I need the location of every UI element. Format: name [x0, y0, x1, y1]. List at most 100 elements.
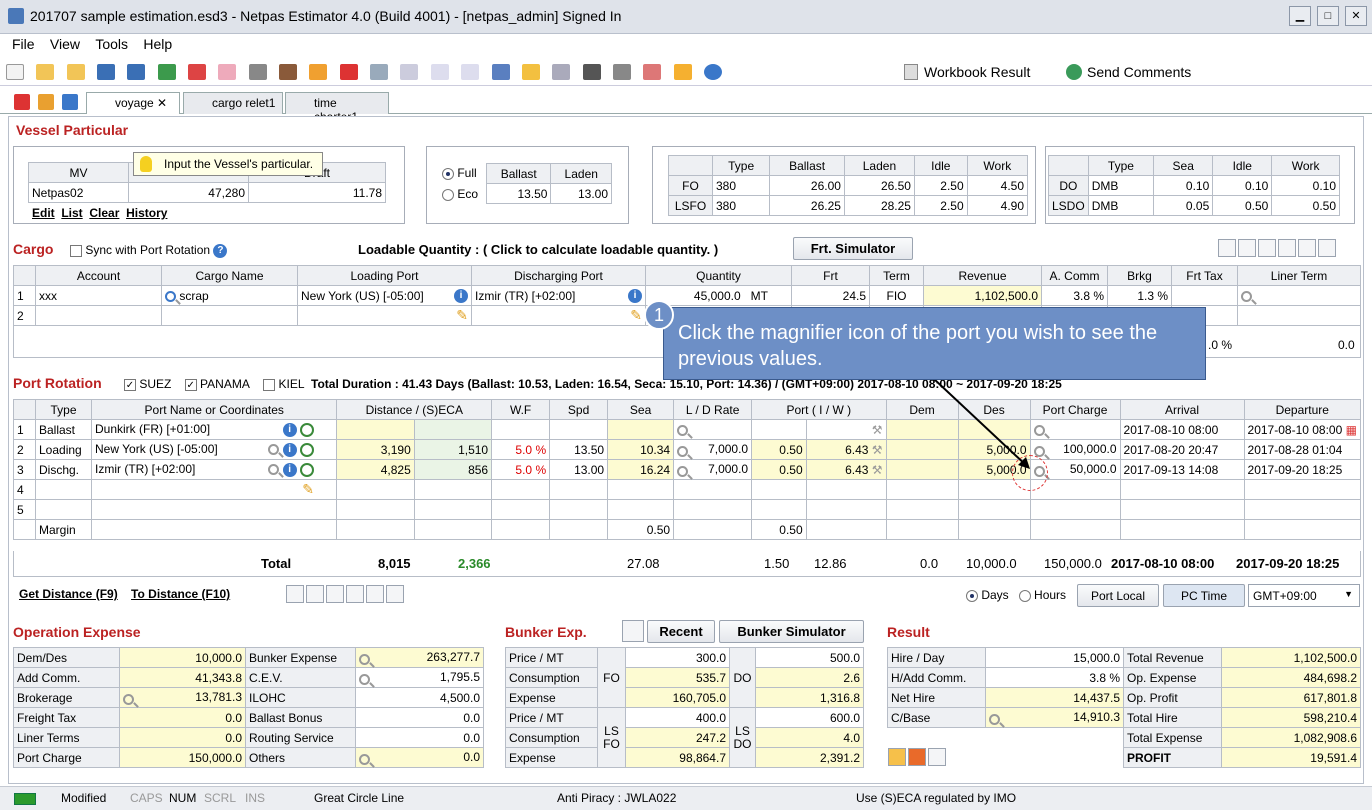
kiel-checkbox[interactable] [263, 378, 276, 391]
help-icon[interactable] [703, 64, 722, 80]
get-distance-link[interactable]: Get Distance (F9) [19, 587, 118, 601]
port-arrival[interactable]: 2017-09-13 14:08 [1119, 459, 1245, 480]
fo-ballast[interactable]: 26.00 [769, 175, 845, 196]
menu-view[interactable]: View [50, 36, 80, 52]
full-radio[interactable] [442, 167, 454, 180]
lsdo-sea[interactable]: 0.05 [1153, 195, 1214, 216]
fo-laden[interactable]: 26.50 [843, 175, 915, 196]
insert-row-icon[interactable] [1218, 239, 1236, 257]
result-value[interactable]: 15,000.0 [985, 647, 1124, 668]
delete-row-icon[interactable] [346, 585, 364, 603]
port-idle[interactable]: 0.50 [751, 439, 807, 460]
port-local-button[interactable]: Port Local [1077, 584, 1159, 607]
search-icon[interactable] [268, 464, 280, 476]
workbook-icon[interactable] [904, 64, 918, 80]
port-service-icon[interactable] [299, 442, 314, 457]
frt-simulator-button[interactable]: Frt. Simulator [793, 237, 913, 260]
port-eca[interactable]: 856 [413, 459, 493, 480]
search-icon[interactable] [268, 444, 280, 456]
delete-row-icon[interactable] [1278, 239, 1296, 257]
bunker-value[interactable]: 300.0 [625, 647, 730, 668]
port-row[interactable]: 5 [13, 499, 1362, 520]
port-departure[interactable]: 2017-08-28 01:04 [1243, 439, 1362, 460]
maximize-button[interactable]: □ [1317, 6, 1339, 26]
opex-value[interactable]: 41,343.8 [119, 667, 246, 688]
info-icon[interactable]: i [282, 422, 297, 437]
mail-icon[interactable] [218, 64, 237, 80]
add-tc-icon[interactable] [62, 94, 78, 110]
speed-laden[interactable]: 13.00 [550, 183, 612, 204]
cargo-unit[interactable]: MT [751, 289, 768, 303]
decimal-up-icon[interactable] [430, 64, 449, 80]
tab-voyage[interactable]: voyage ✕ [86, 92, 180, 114]
speed-ballast[interactable]: 13.50 [485, 183, 552, 204]
menu-tools[interactable]: Tools [95, 36, 128, 52]
sync-checkbox[interactable] [70, 244, 82, 257]
port-spd[interactable]: 13.50 [549, 439, 609, 460]
calendar-icon[interactable]: ▦ [1346, 423, 1357, 437]
to-distance-link[interactable]: To Distance (F10) [131, 587, 230, 601]
add-icon[interactable] [309, 64, 328, 80]
help-icon[interactable]: ? [213, 243, 228, 258]
print-icon[interactable] [248, 64, 267, 80]
opex-value[interactable]: 10,000.0 [119, 647, 246, 668]
port-arrival[interactable]: 2017-08-20 20:47 [1119, 439, 1245, 460]
insert-before-icon[interactable] [1238, 239, 1256, 257]
speed-eco[interactable]: Eco [442, 187, 478, 201]
port-wf[interactable]: 5.0 % [491, 459, 551, 480]
info-icon[interactable]: i [454, 288, 468, 303]
result-value[interactable]: 3.8 % [985, 667, 1124, 688]
calculator-icon[interactable] [491, 64, 510, 80]
margin-port[interactable]: 0.50 [751, 519, 807, 540]
port-idle[interactable]: 0.50 [751, 459, 807, 480]
opex-value[interactable]: 0.0 [119, 707, 246, 728]
gmt-select[interactable]: GMT+09:00 ▼ [1248, 584, 1360, 607]
lsdo-idle[interactable]: 0.50 [1212, 195, 1273, 216]
port-row[interactable]: 4 ✎ [13, 479, 1362, 500]
lsdo-type[interactable]: DMB [1087, 195, 1155, 216]
vessel-name[interactable]: Netpas02 [28, 182, 129, 203]
minimize-button[interactable]: ▁ [1289, 6, 1311, 26]
do-sea[interactable]: 0.10 [1153, 175, 1214, 196]
search-icon[interactable] [359, 754, 370, 765]
search-icon[interactable] [359, 654, 370, 665]
insert-row-icon[interactable] [286, 585, 304, 603]
suez-checkbox[interactable]: ✓ [124, 378, 136, 391]
list-link[interactable]: List [61, 206, 82, 220]
insert-after-icon[interactable] [1258, 239, 1276, 257]
search-icon[interactable] [123, 694, 134, 705]
lsdo-work[interactable]: 0.50 [1271, 195, 1340, 216]
port-spd[interactable] [549, 419, 609, 440]
port-name[interactable]: Dunkirk (FR) [+01:00] [95, 422, 210, 436]
move-down-icon[interactable] [1318, 239, 1336, 257]
ship-icon[interactable] [279, 64, 298, 80]
open-icon[interactable] [36, 64, 55, 80]
lsfo-laden[interactable]: 28.25 [843, 195, 915, 216]
status-anti-piracy[interactable]: Anti Piracy : JWLA022 [557, 791, 676, 805]
cargo-loading-port[interactable]: New York (US) [-05:00] [301, 289, 424, 303]
info-icon[interactable]: i [282, 442, 297, 457]
move-up-icon[interactable] [1298, 239, 1316, 257]
do-work[interactable]: 0.10 [1271, 175, 1340, 196]
lsfo-work[interactable]: 4.90 [966, 195, 1029, 216]
search-icon[interactable] [1241, 290, 1252, 302]
recent-button[interactable]: Recent [647, 620, 715, 643]
route-icon[interactable] [643, 64, 662, 80]
port-idle[interactable] [751, 419, 807, 440]
port-distance[interactable]: 3,190 [336, 439, 415, 460]
info-icon[interactable]: i [282, 462, 297, 477]
loadable-quantity[interactable]: Loadable Quantity : ( Click to calculate… [358, 242, 718, 257]
bunker-value[interactable]: 400.0 [625, 707, 730, 728]
add-relet-icon[interactable] [38, 94, 54, 110]
tab-cargo-relet[interactable]: cargo relet1 [183, 92, 283, 114]
lsfo-idle[interactable]: 2.50 [913, 195, 968, 216]
new-icon[interactable] [6, 64, 24, 80]
menu-help[interactable]: Help [143, 36, 172, 52]
add-icon[interactable] [888, 748, 906, 766]
edit-link[interactable]: Edit [32, 206, 55, 220]
cargo-frt[interactable]: 24.5 [791, 285, 870, 306]
port-wf[interactable] [491, 419, 551, 440]
port-work[interactable]: 6.43 [845, 443, 868, 457]
fo-idle[interactable]: 2.50 [913, 175, 968, 196]
port-ld-rate[interactable]: 7,000.0 [708, 442, 748, 456]
